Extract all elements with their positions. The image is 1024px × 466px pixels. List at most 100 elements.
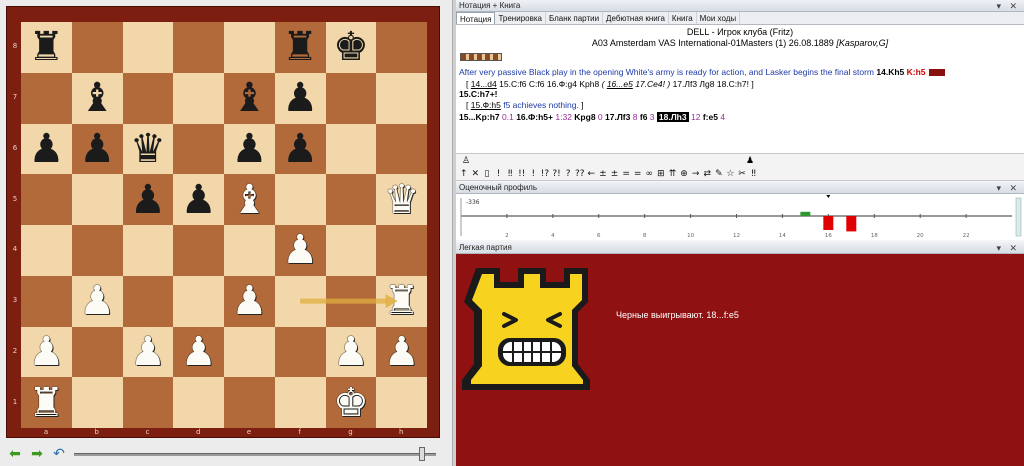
square-a7[interactable] <box>21 72 72 124</box>
square-g2[interactable]: ♟ <box>325 326 377 378</box>
square-e7[interactable]: ♝ <box>224 72 275 124</box>
move[interactable]: 15...Kp:h7 <box>459 112 500 122</box>
annotation-symbol[interactable]: = <box>632 168 644 181</box>
black-bishop-icon[interactable]: ♝ <box>79 78 115 118</box>
square-c8[interactable] <box>122 22 174 73</box>
square-h5[interactable]: ♛ <box>376 174 427 225</box>
square-f4[interactable]: ♟ <box>274 225 326 276</box>
square-h3[interactable]: ♜ <box>376 275 427 327</box>
black-rook-icon[interactable]: ♜ <box>28 27 64 67</box>
evaluation-profile[interactable]: -336 2 4 6 8 10 12 14 16 18 20 22 <box>456 194 1024 240</box>
white-pawn-icon[interactable]: ♟ <box>79 281 115 321</box>
square-g7[interactable] <box>325 72 377 124</box>
chess-board[interactable]: ♜ ♜ ♚ ♝ ♝ ♟ ♟ ♟ ♛ ♟ ♟ ♟ ♟ ♝ ♛ ♟ ♟ ♟ ♜ ♟ ♟ ♟ ♟ ♟ ♜ ♚ <box>21 22 427 428</box>
square-c3[interactable] <box>122 275 174 327</box>
square-c7[interactable] <box>122 72 174 124</box>
var-move[interactable]: С:f6 <box>529 79 545 89</box>
square-h1[interactable] <box>376 377 427 428</box>
var-move[interactable]: Kph8 <box>579 79 599 89</box>
annotation-symbol[interactable]: ✂ <box>736 168 748 181</box>
square-d4[interactable] <box>173 225 224 276</box>
annotation-symbol[interactable]: = <box>620 168 632 181</box>
black-pawn-icon[interactable]: ♟ <box>282 129 318 169</box>
annotation-symbol[interactable]: ‼ <box>504 168 516 181</box>
square-e3[interactable]: ♟ <box>224 275 275 327</box>
annotation-symbol[interactable]: ⇄ <box>701 168 713 181</box>
white-king-icon[interactable]: ♚ <box>333 383 369 423</box>
annotation-symbol[interactable]: ± <box>609 168 621 181</box>
pane-controls[interactable]: ▾ ✕ <box>996 242 1020 254</box>
arrow-left-icon[interactable]: ⬅ <box>6 445 24 462</box>
square-d1[interactable] <box>173 377 224 428</box>
square-f5[interactable] <box>274 174 326 225</box>
var-move[interactable]: 16...e5 <box>607 79 633 89</box>
square-h6[interactable] <box>376 123 427 175</box>
square-a5[interactable] <box>21 174 72 225</box>
square-f2[interactable] <box>274 326 326 378</box>
square-h8[interactable] <box>376 22 427 73</box>
pawn-black-icon[interactable]: ♟ <box>746 155 754 166</box>
move-slider-thumb[interactable] <box>419 447 426 461</box>
square-b3[interactable]: ♟ <box>71 275 123 327</box>
white-rook-icon[interactable]: ♜ <box>28 383 64 423</box>
black-pawn-icon[interactable]: ♟ <box>79 129 115 169</box>
white-rook-icon[interactable]: ♜ <box>384 281 420 321</box>
annotation-symbol[interactable]: ▯ <box>481 168 493 181</box>
move[interactable]: 17.Лf3 <box>605 112 630 122</box>
black-queen-icon[interactable]: ♛ <box>130 129 166 169</box>
square-f8[interactable]: ♜ <box>274 22 326 73</box>
annotation-symbol[interactable]: ⊞ <box>655 168 667 181</box>
tab-1[interactable]: Тренировка <box>495 12 546 24</box>
square-g8[interactable]: ♚ <box>325 22 377 73</box>
square-b8[interactable] <box>71 22 123 73</box>
move[interactable]: f6 <box>640 112 648 122</box>
black-pawn-icon[interactable]: ♟ <box>181 180 217 220</box>
square-h2[interactable]: ♟ <box>376 326 427 378</box>
main-line-15[interactable]: 15.С:h7+! <box>459 89 1019 99</box>
square-b1[interactable] <box>71 377 123 428</box>
black-pawn-icon[interactable]: ♟ <box>282 78 318 118</box>
annotation-symbol[interactable]: ↑ <box>458 168 470 181</box>
square-d6[interactable] <box>173 123 224 175</box>
annotation-symbol[interactable]: ✕ <box>470 168 482 181</box>
black-rook-icon[interactable]: ♜ <box>282 27 318 67</box>
square-b6[interactable]: ♟ <box>71 123 123 175</box>
var-move[interactable]: 17.Ce4! <box>635 79 665 89</box>
tab-3[interactable]: Дебютная книга <box>603 12 669 24</box>
square-f1[interactable] <box>274 377 326 428</box>
move[interactable]: 16.Ф:h5+ <box>516 112 553 122</box>
annotation-symbol[interactable]: !! <box>516 168 528 181</box>
var-move[interactable]: 18.С:h7! <box>717 79 749 89</box>
annotation-symbol[interactable]: !? <box>539 168 551 181</box>
move[interactable]: f:e5 <box>703 112 718 122</box>
annotation-symbol[interactable]: ∞ <box>644 168 656 181</box>
square-c4[interactable] <box>122 225 174 276</box>
square-e2[interactable] <box>224 326 275 378</box>
white-pawn-icon[interactable]: ♟ <box>181 332 217 372</box>
square-e5[interactable]: ♝ <box>224 174 275 225</box>
pane-controls[interactable]: ▾ ✕ <box>996 0 1020 12</box>
square-d8[interactable] <box>173 22 224 73</box>
white-queen-icon[interactable]: ♛ <box>384 180 420 220</box>
square-d7[interactable] <box>173 72 224 124</box>
annotation-symbol[interactable]: ✎ <box>713 168 725 181</box>
var-move[interactable]: 15.С:f6 <box>499 79 526 89</box>
white-pawn-icon[interactable]: ♟ <box>28 332 64 372</box>
square-c6[interactable]: ♛ <box>122 123 174 175</box>
square-h7[interactable] <box>376 72 427 124</box>
square-d5[interactable]: ♟ <box>173 174 224 225</box>
var-move[interactable]: 15.Ф:h5 <box>471 100 501 110</box>
annotation-symbol[interactable]: ‼ <box>748 168 760 181</box>
undo-icon[interactable]: ↶ <box>50 445 68 462</box>
annotation-symbol[interactable]: ! <box>528 168 540 181</box>
square-g4[interactable] <box>325 225 377 276</box>
tab-0[interactable]: Нотация <box>456 12 496 24</box>
square-g1[interactable]: ♚ <box>325 377 377 428</box>
square-d2[interactable]: ♟ <box>173 326 224 378</box>
square-d3[interactable] <box>173 275 224 327</box>
square-g6[interactable] <box>325 123 377 175</box>
square-e1[interactable] <box>224 377 275 428</box>
square-b2[interactable] <box>71 326 123 378</box>
move-14-kh5[interactable]: 14.Kh5 <box>876 67 904 77</box>
annotation-symbol[interactable]: ± <box>597 168 609 181</box>
